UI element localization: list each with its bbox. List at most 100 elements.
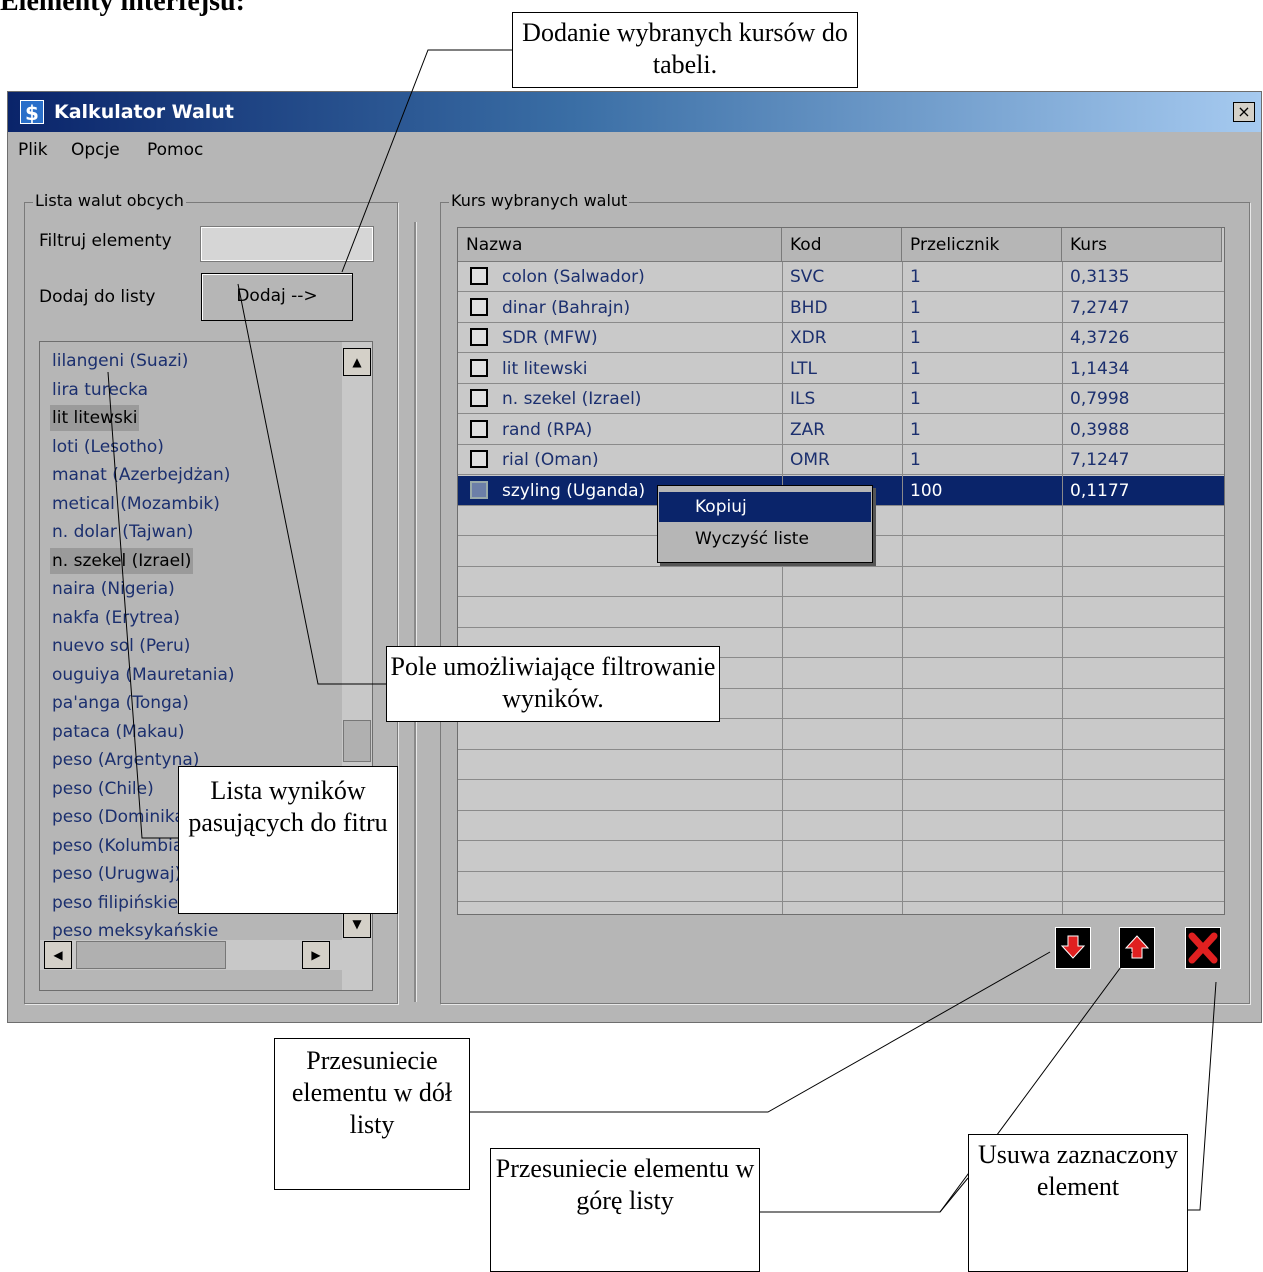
filter-input[interactable]	[200, 226, 374, 262]
page-heading: Elementy interfejsu:	[0, 0, 245, 17]
row-checkbox[interactable]	[470, 267, 488, 285]
list-horizontal-scrollbar[interactable]: ◀ ▶	[40, 940, 342, 970]
table-row-empty[interactable]	[458, 567, 1224, 597]
list-item[interactable]: loti (Lesotho)	[50, 434, 166, 460]
context-clear-list[interactable]: Wyczyść liste	[659, 524, 871, 554]
arrow-up-icon	[1124, 935, 1150, 959]
filter-label: Filtruj elementy	[39, 231, 172, 251]
list-item[interactable]: peso (Urugwaj)	[50, 861, 183, 887]
list-item[interactable]: naira (Nigeria)	[50, 576, 177, 602]
rates-table[interactable]: Nazwa Kod Przelicznik Kurs colon (Salwad…	[457, 227, 1225, 915]
remove-button[interactable]	[1185, 927, 1221, 969]
cell-name: lit litewski	[502, 358, 588, 379]
callout-remove: Usuwa zaznaczony element	[968, 1134, 1188, 1272]
column-header-ratio[interactable]: Przelicznik	[902, 228, 1062, 262]
cell-code: ZAR	[790, 419, 826, 440]
selected-rates-group: Kurs wybranych walut Nazwa Kod Przeliczn…	[440, 191, 1250, 1004]
callout-move-down: Przesuniecie elementu w dół listy	[274, 1038, 470, 1190]
cell-name: szyling (Uganda)	[502, 480, 646, 501]
table-row-empty[interactable]	[458, 598, 1224, 628]
cell-code: XDR	[790, 328, 827, 348]
menu-plik[interactable]: Plik	[18, 140, 48, 160]
row-checkbox[interactable]	[470, 419, 488, 438]
list-item[interactable]: manat (Azerbejdżan)	[50, 462, 232, 488]
cell-code: OMR	[790, 450, 830, 470]
list-item[interactable]: n. dolar (Tajwan)	[50, 519, 195, 545]
cell-ratio: 1	[910, 389, 921, 409]
row-checkbox[interactable]	[470, 328, 488, 346]
cell-rate: 0,3135	[1070, 267, 1130, 287]
list-item[interactable]: n. szekel (Izrael)	[50, 547, 194, 574]
row-checkbox[interactable]	[470, 297, 488, 316]
hscroll-thumb[interactable]	[76, 941, 226, 969]
list-item[interactable]: pa'anga (Tonga)	[50, 690, 191, 716]
arrow-down-icon	[1060, 935, 1086, 959]
column-header-name[interactable]: Nazwa	[458, 228, 782, 262]
scroll-up-icon[interactable]: ▲	[343, 348, 371, 376]
callout-add: Dodanie wybranych kursów do tabeli.	[512, 12, 858, 88]
table-row[interactable]: colon (Salwador) SVC 1 0,3135	[458, 262, 1224, 292]
list-item[interactable]: nakfa (Erytrea)	[50, 605, 182, 631]
list-item[interactable]: lira turecka	[50, 377, 150, 403]
scroll-thumb[interactable]	[343, 720, 371, 762]
table-row-empty[interactable]	[458, 781, 1224, 811]
window-title: Kalkulator Walut	[54, 101, 234, 123]
cell-name: colon (Salwador)	[502, 267, 645, 287]
list-item[interactable]: lilangeni (Suazi)	[50, 348, 190, 374]
cell-name: dinar (Bahrajn)	[502, 297, 631, 318]
list-item[interactable]: peso (Kolumbia)	[50, 833, 192, 859]
callout-filter: Pole umożliwiające filtrowanie wyników.	[386, 646, 720, 722]
row-checkbox[interactable]	[470, 480, 488, 499]
cell-rate: 0,7998	[1070, 389, 1130, 409]
callout-move-up: Przesuniecie elementu w górę listy	[490, 1148, 760, 1272]
scroll-down-icon[interactable]: ▼	[343, 910, 371, 938]
menu-opcje[interactable]: Opcje	[71, 140, 120, 160]
cell-rate: 0,1177	[1070, 480, 1130, 501]
row-checkbox[interactable]	[470, 389, 488, 407]
table-row-empty[interactable]	[458, 872, 1224, 902]
title-bar: $ Kalkulator Walut ×	[8, 92, 1261, 132]
list-item[interactable]: lit litewski	[50, 405, 140, 431]
list-item[interactable]: nuevo sol (Peru)	[50, 633, 192, 659]
column-header-rate[interactable]: Kurs	[1062, 228, 1222, 262]
list-item[interactable]: ouguiya (Mauretania)	[50, 662, 237, 688]
add-label: Dodaj do listy	[39, 287, 156, 307]
table-row-empty[interactable]	[458, 750, 1224, 780]
row-checkbox[interactable]	[470, 450, 488, 468]
column-header-code[interactable]: Kod	[782, 228, 902, 262]
table-row-empty[interactable]	[458, 842, 1224, 872]
cell-rate: 7,2747	[1070, 297, 1130, 318]
scroll-left-icon[interactable]: ◀	[44, 941, 72, 969]
table-row-empty[interactable]	[458, 811, 1224, 841]
table-row-empty[interactable]	[458, 720, 1224, 750]
panel-divider	[414, 222, 417, 1002]
table-row[interactable]: rial (Oman) OMR 1 7,1247	[458, 445, 1224, 475]
list-item[interactable]: pataca (Makau)	[50, 719, 187, 745]
context-menu: Kopiuj Wyczyść liste	[657, 485, 873, 563]
table-row[interactable]: rand (RPA) ZAR 1 0,3988	[458, 415, 1224, 445]
cell-rate: 1,1434	[1070, 358, 1130, 379]
move-down-button[interactable]	[1055, 927, 1091, 969]
add-button[interactable]: Dodaj -->	[201, 273, 353, 321]
table-row[interactable]: n. szekel (Izrael) ILS 1 0,7998	[458, 384, 1224, 414]
cell-name: SDR (MFW)	[502, 328, 598, 348]
table-row[interactable]: lit litewski LTL 1 1,1434	[458, 354, 1224, 384]
list-item[interactable]: peso filipińskie	[50, 890, 180, 916]
menu-pomoc[interactable]: Pomoc	[147, 140, 203, 160]
row-checkbox[interactable]	[470, 358, 488, 377]
table-row[interactable]: SDR (MFW) XDR 1 4,3726	[458, 323, 1224, 353]
cell-ratio: 1	[910, 358, 921, 379]
list-item[interactable]: peso (Chile)	[50, 776, 156, 802]
list-item[interactable]: metical (Mozambik)	[50, 491, 222, 517]
table-row[interactable]: dinar (Bahrajn) BHD 1 7,2747	[458, 293, 1224, 323]
scroll-right-icon[interactable]: ▶	[302, 941, 330, 969]
close-button[interactable]: ×	[1233, 102, 1255, 122]
column-separator	[902, 262, 903, 914]
cell-ratio: 1	[910, 328, 921, 348]
cell-ratio: 1	[910, 450, 921, 470]
cell-rate: 7,1247	[1070, 450, 1130, 470]
context-copy[interactable]: Kopiuj	[659, 492, 871, 522]
move-up-button[interactable]	[1119, 927, 1155, 969]
cell-ratio: 1	[910, 297, 921, 318]
cell-rate: 0,3988	[1070, 419, 1130, 440]
